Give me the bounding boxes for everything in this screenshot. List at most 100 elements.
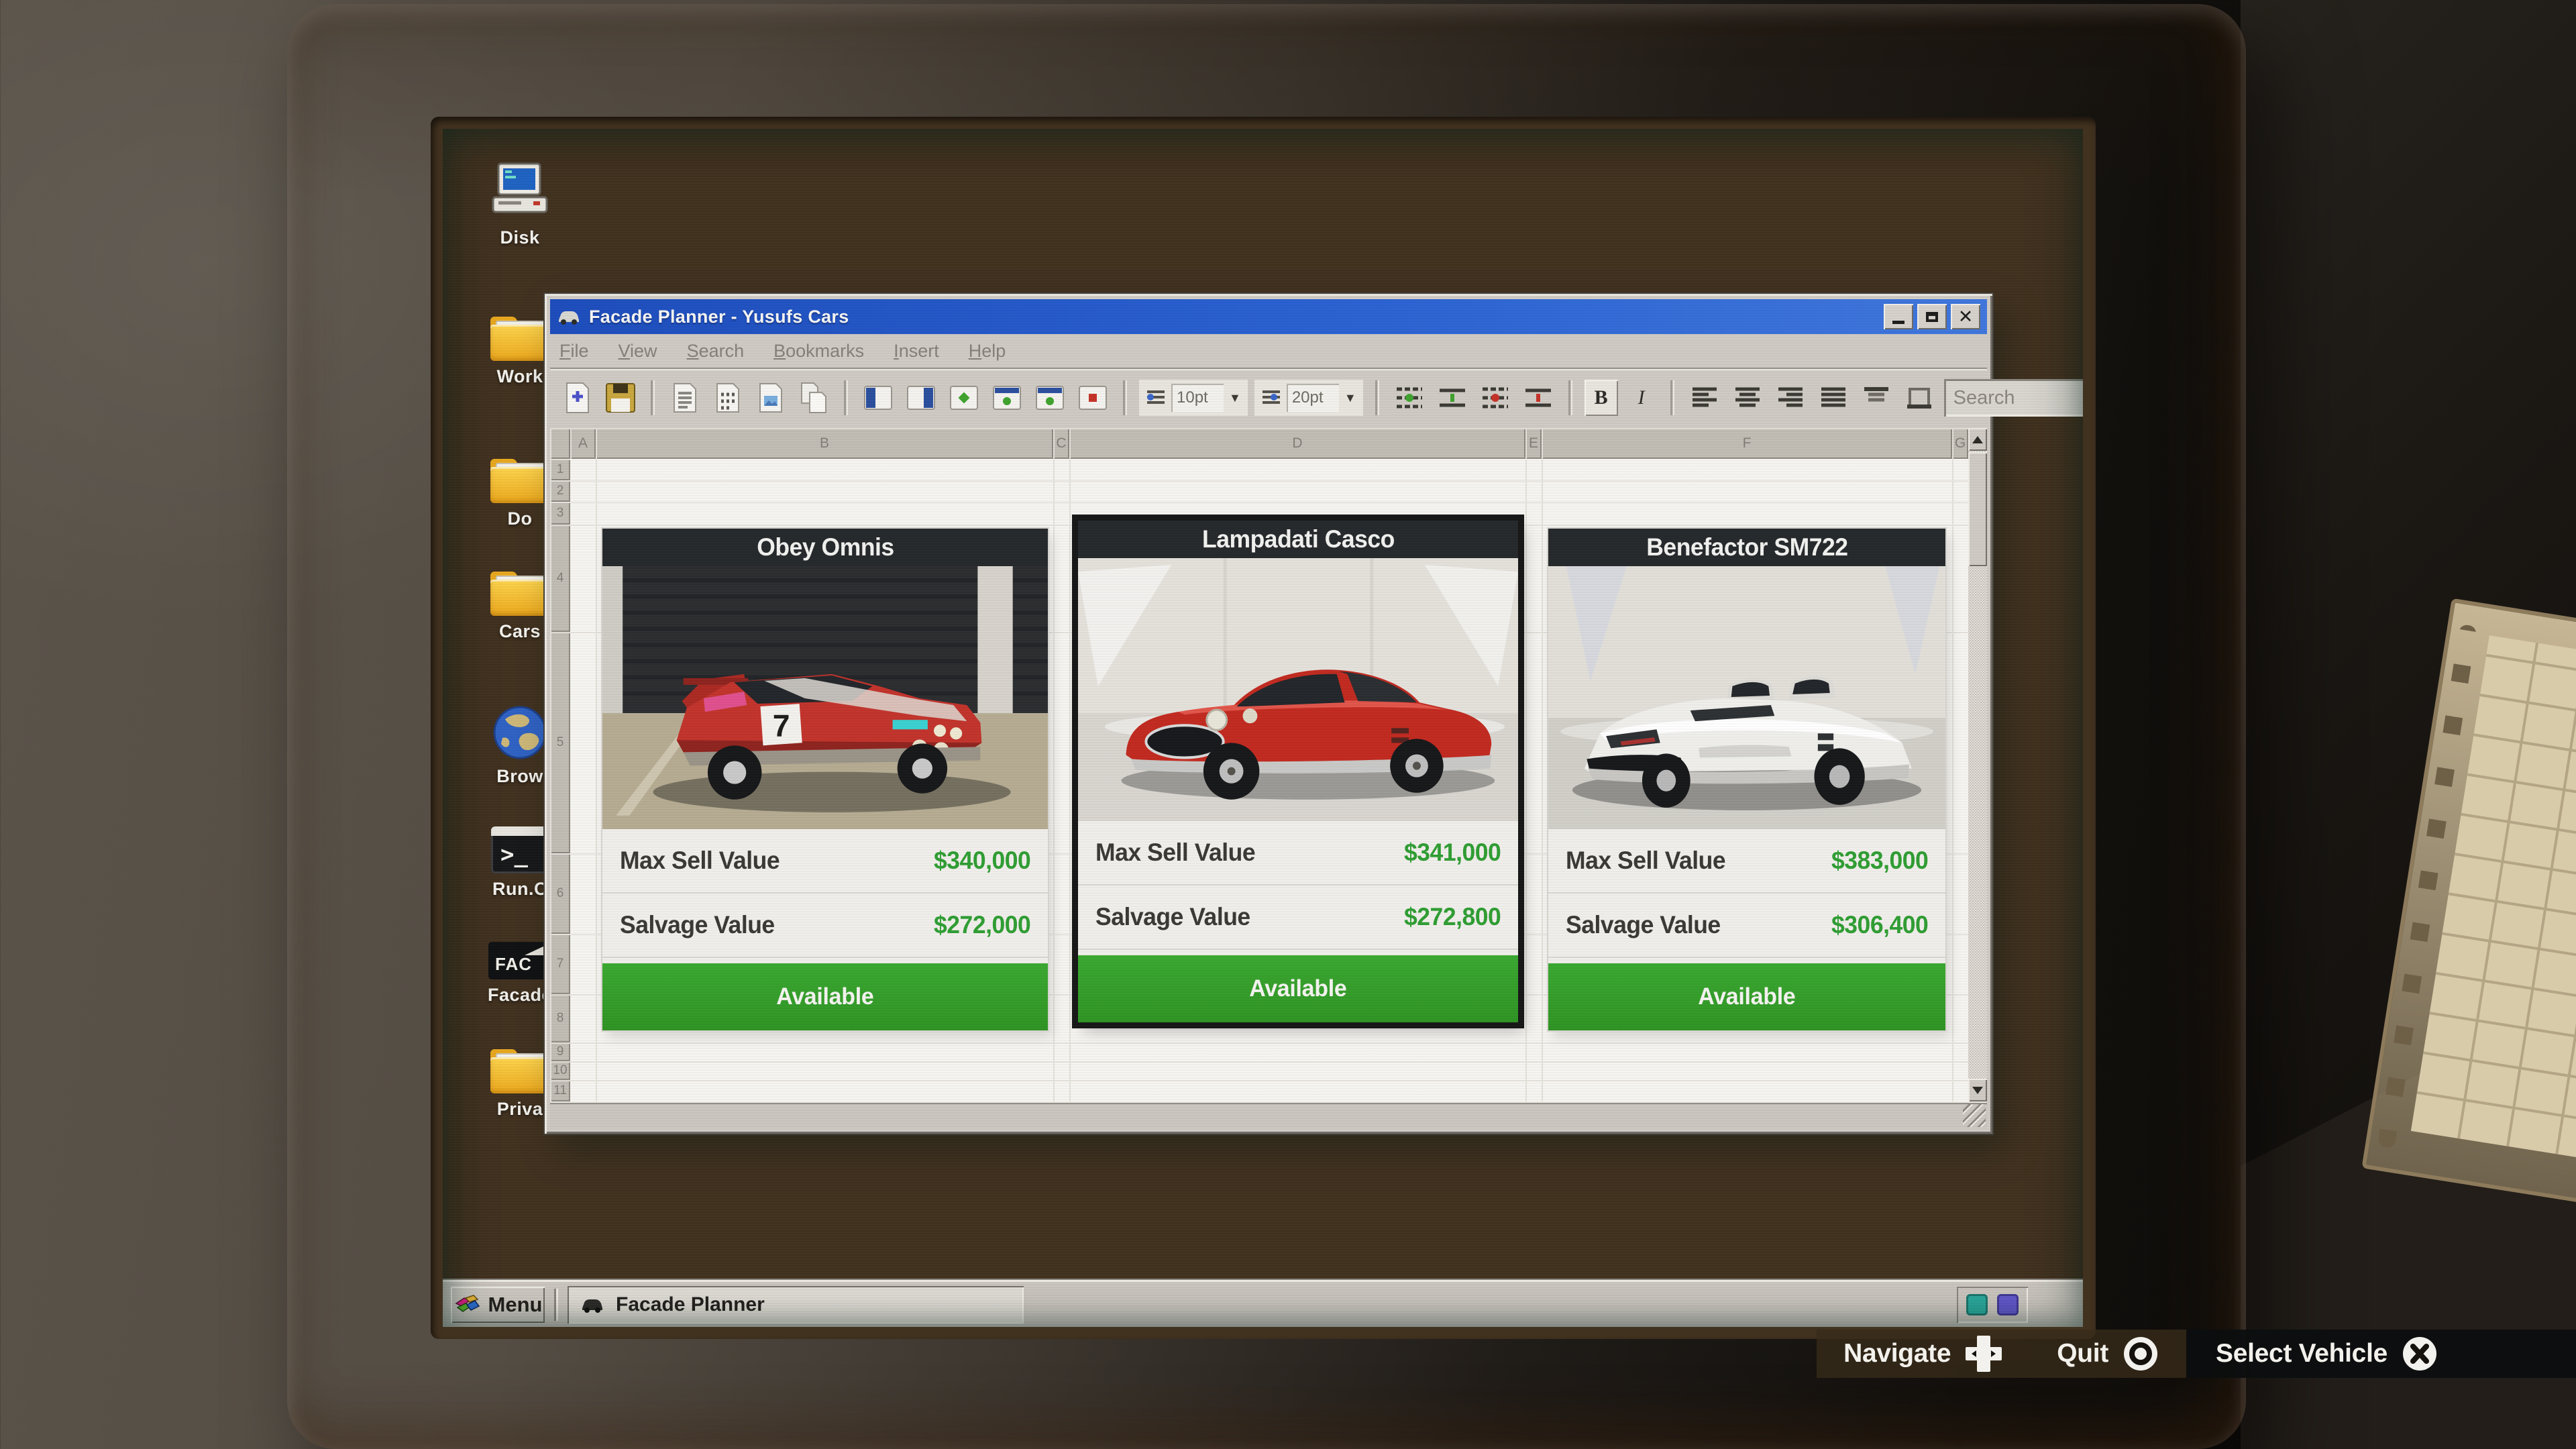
clear-row-button[interactable] [1520, 379, 1556, 417]
window-title: Facade Planner - Yusufs Cars [589, 307, 1880, 327]
column-header-a[interactable]: A [570, 428, 596, 459]
doc-text-icon [672, 382, 698, 413]
row-header-9[interactable]: 9 [550, 1042, 570, 1061]
insert-row-above-button[interactable] [1391, 379, 1428, 417]
desktop-icon-disk[interactable]: Disk [478, 162, 561, 248]
menu-logo-icon [453, 1293, 482, 1317]
grid-corner-cell[interactable] [550, 428, 570, 459]
align-right-button[interactable] [1772, 379, 1809, 417]
row-header-6[interactable]: 6 [550, 853, 570, 934]
window-titlebar[interactable]: Facade Planner - Yusufs Cars ✕ [550, 299, 1987, 334]
align-top-icon [1863, 386, 1890, 409]
row-header-5[interactable]: 5 [550, 632, 570, 853]
taskbar-item-label: Facade Planner [616, 1293, 765, 1316]
close-button[interactable]: ✕ [1951, 304, 1980, 329]
align-justify-button[interactable] [1815, 379, 1851, 417]
vehicle-image-benefactor-sm722 [1548, 566, 1945, 829]
vehicle-card-benefactor-sm722[interactable]: Benefactor SM722 [1548, 529, 1945, 1030]
menu-insert[interactable]: Insert [894, 341, 939, 362]
align-left-button[interactable] [1686, 379, 1723, 417]
resize-grip[interactable] [1963, 1104, 1986, 1127]
start-menu-button[interactable]: Menu [451, 1287, 545, 1323]
bold-button[interactable]: B [1585, 380, 1618, 416]
insert-row-below-button[interactable] [1434, 379, 1470, 417]
classic-car-illustration [1078, 558, 1518, 821]
header-green-icon [992, 385, 1022, 411]
delete-row-button[interactable] [1477, 379, 1513, 417]
dropdown-arrow-icon[interactable]: ▼ [1229, 391, 1241, 405]
row-header-1[interactable]: 1 [550, 459, 570, 480]
column-header-c[interactable]: C [1053, 428, 1069, 459]
floppy-save-icon [605, 382, 636, 413]
row-header-11[interactable]: 11 [550, 1080, 570, 1102]
scroll-up-button[interactable] [1968, 428, 1987, 451]
close-icon: ✕ [1958, 308, 1974, 326]
align-top-button[interactable] [1858, 379, 1894, 417]
row-header-3[interactable]: 3 [550, 502, 570, 525]
insert-green-button[interactable] [946, 379, 982, 417]
up-arrow-icon [1972, 436, 1983, 443]
column-header-e[interactable]: E [1525, 428, 1542, 459]
max-sell-value: $341,000 [1404, 839, 1501, 867]
dropdown-arrow-icon[interactable]: ▼ [1344, 391, 1356, 405]
minimize-button[interactable] [1884, 304, 1913, 329]
save-button[interactable] [602, 379, 639, 417]
row-delete-icon [1481, 386, 1509, 409]
copy-button[interactable] [796, 379, 832, 417]
tray-network-icon[interactable] [1966, 1294, 1988, 1316]
scroll-down-button[interactable] [1968, 1079, 1987, 1102]
column-header-d[interactable]: D [1069, 428, 1525, 459]
tray-app-icon[interactable] [1997, 1294, 2019, 1316]
folder-icon [490, 459, 549, 503]
insert-header-green-button[interactable] [989, 379, 1025, 417]
vehicle-card-obey-omnis[interactable]: Obey Omnis [602, 529, 1048, 1030]
doc-text-button[interactable] [667, 379, 703, 417]
menu-help[interactable]: Help [969, 341, 1006, 362]
row-header-7[interactable]: 7 [550, 934, 570, 994]
search-input[interactable] [1953, 387, 2083, 409]
panel-left-button[interactable] [860, 379, 896, 417]
max-sell-value: $383,000 [1831, 847, 1928, 875]
menu-view[interactable]: View [619, 341, 657, 362]
column-header-b[interactable]: B [596, 428, 1053, 459]
menu-search[interactable]: Search [687, 341, 745, 362]
gridline [570, 1080, 1968, 1081]
align-center-button[interactable] [1729, 379, 1766, 417]
delete-red-button[interactable] [1075, 379, 1111, 417]
x-button-icon [2401, 1335, 2438, 1373]
row-insert-icon [1395, 386, 1424, 409]
row-header-10[interactable]: 10 [550, 1061, 570, 1080]
align-bottom-button[interactable] [1901, 379, 1937, 417]
italic-button[interactable]: I [1625, 380, 1658, 416]
column-header-g[interactable]: G [1952, 428, 1968, 459]
globe-icon [492, 704, 548, 761]
taskbar-item-facade-planner[interactable]: Facade Planner [568, 1286, 1024, 1324]
menu-bookmarks[interactable]: Bookmarks [773, 341, 864, 362]
availability-bar: Available [1078, 955, 1518, 1022]
new-document-button[interactable] [559, 379, 596, 417]
panel-right-button[interactable] [903, 379, 939, 417]
search-field[interactable] [1944, 379, 2083, 417]
doc-image-button[interactable] [753, 379, 789, 417]
vehicle-card-lampadati-casco[interactable]: Lampadati Casco [1078, 521, 1518, 1022]
row-header-2[interactable]: 2 [550, 480, 570, 502]
folder-icon [490, 1049, 549, 1093]
font-size-dropdown-a[interactable]: 10pt ▼ [1139, 380, 1248, 416]
maximize-button[interactable] [1917, 304, 1947, 329]
row-header-4[interactable]: 4 [550, 525, 570, 632]
align-left-icon [1691, 386, 1718, 409]
vehicle-name-header: Benefactor SM722 [1548, 529, 1945, 566]
menu-file[interactable]: File [559, 341, 589, 362]
toolbar: 10pt ▼ 20pt ▼ [550, 370, 1987, 425]
gridline [1053, 459, 1055, 1102]
maximize-icon [1926, 312, 1938, 322]
insert-header-green2-button[interactable] [1032, 379, 1068, 417]
doc-fields-icon [715, 382, 741, 413]
column-header-f[interactable]: F [1542, 428, 1952, 459]
scrollbar-thumb[interactable] [1968, 452, 1987, 566]
toolbar-separator [1375, 380, 1379, 415]
row-header-8[interactable]: 8 [550, 994, 570, 1042]
font-size-dropdown-b[interactable]: 20pt ▼ [1254, 380, 1363, 416]
doc-fields-button[interactable] [710, 379, 746, 417]
gridline [1952, 459, 1953, 1102]
